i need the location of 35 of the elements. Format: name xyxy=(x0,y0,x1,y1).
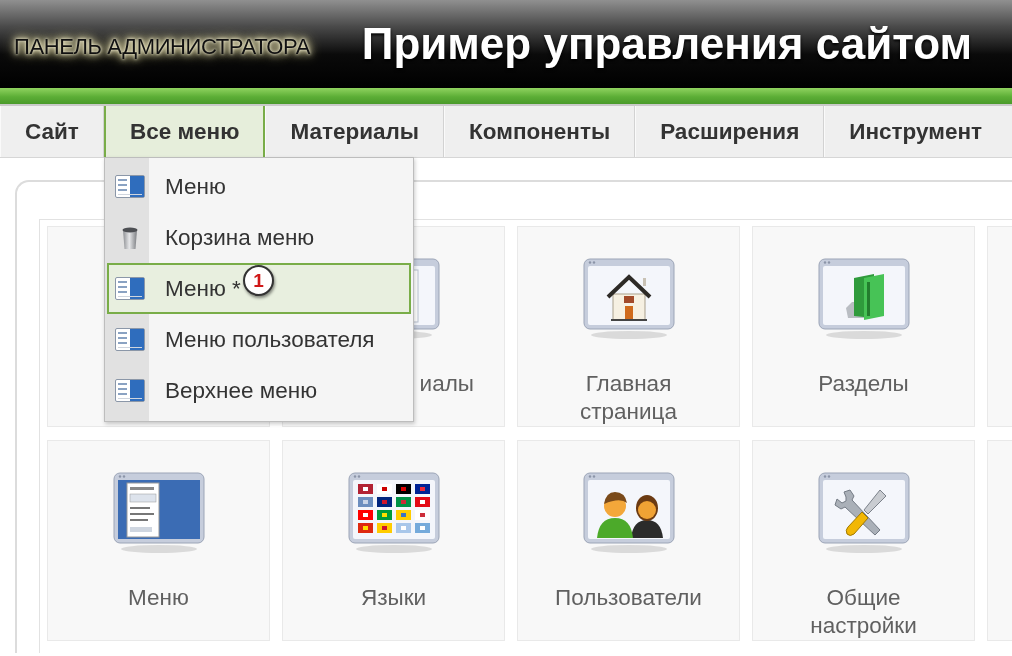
folder-icon xyxy=(817,258,910,340)
shortcut-tile[interactable]: Языки xyxy=(282,440,505,641)
menu-window-icon xyxy=(112,472,205,554)
dropdown-item[interactable]: Меню пользователя xyxy=(107,314,411,365)
tile-label: Меню xyxy=(128,584,189,612)
menu-list-icon xyxy=(115,378,145,403)
dropdown-item[interactable]: Меню xyxy=(107,161,411,212)
tools-icon xyxy=(817,472,910,554)
shortcut-tile[interactable]: Общие настройки xyxy=(752,440,975,641)
tile-label: Языки xyxy=(360,584,427,612)
dropdown-item[interactable]: Корзина меню xyxy=(107,212,411,263)
menu-list-icon xyxy=(115,276,145,301)
shortcut-tile[interactable]: Меню xyxy=(47,440,270,641)
shortcut-tile[interactable]: Пользователи xyxy=(517,440,740,641)
tile-label: Главная страница xyxy=(579,370,678,426)
shortcut-tile[interactable]: Главная страница xyxy=(517,226,740,427)
callout-marker: 1 xyxy=(243,265,274,296)
dropdown-item[interactable]: Верхнее меню xyxy=(107,365,411,416)
menu-list-icon xyxy=(115,174,145,199)
menu-tab[interactable]: Расширения xyxy=(635,106,825,157)
shortcut-tile[interactable]: Разделы xyxy=(752,226,975,427)
tile-label: Разделы xyxy=(818,370,909,398)
menu-tab[interactable]: Компоненты xyxy=(444,106,636,157)
house-icon xyxy=(582,258,675,340)
people-icon xyxy=(582,472,675,554)
tile-label: Пользователи xyxy=(555,584,702,612)
flags-icon xyxy=(347,472,440,554)
menu-tab[interactable]: Все меню xyxy=(103,106,266,157)
menu-tab[interactable]: Инструмент xyxy=(824,106,1012,157)
menu-tab[interactable]: Сайт xyxy=(0,106,104,157)
site-title: Пример управления сайтом xyxy=(361,18,972,70)
tile-label: иалы xyxy=(419,370,474,398)
menu-list-icon xyxy=(115,327,145,352)
dropdown-item[interactable]: Меню * 1 xyxy=(107,263,411,314)
tile-label: Общие настройки xyxy=(809,584,918,640)
